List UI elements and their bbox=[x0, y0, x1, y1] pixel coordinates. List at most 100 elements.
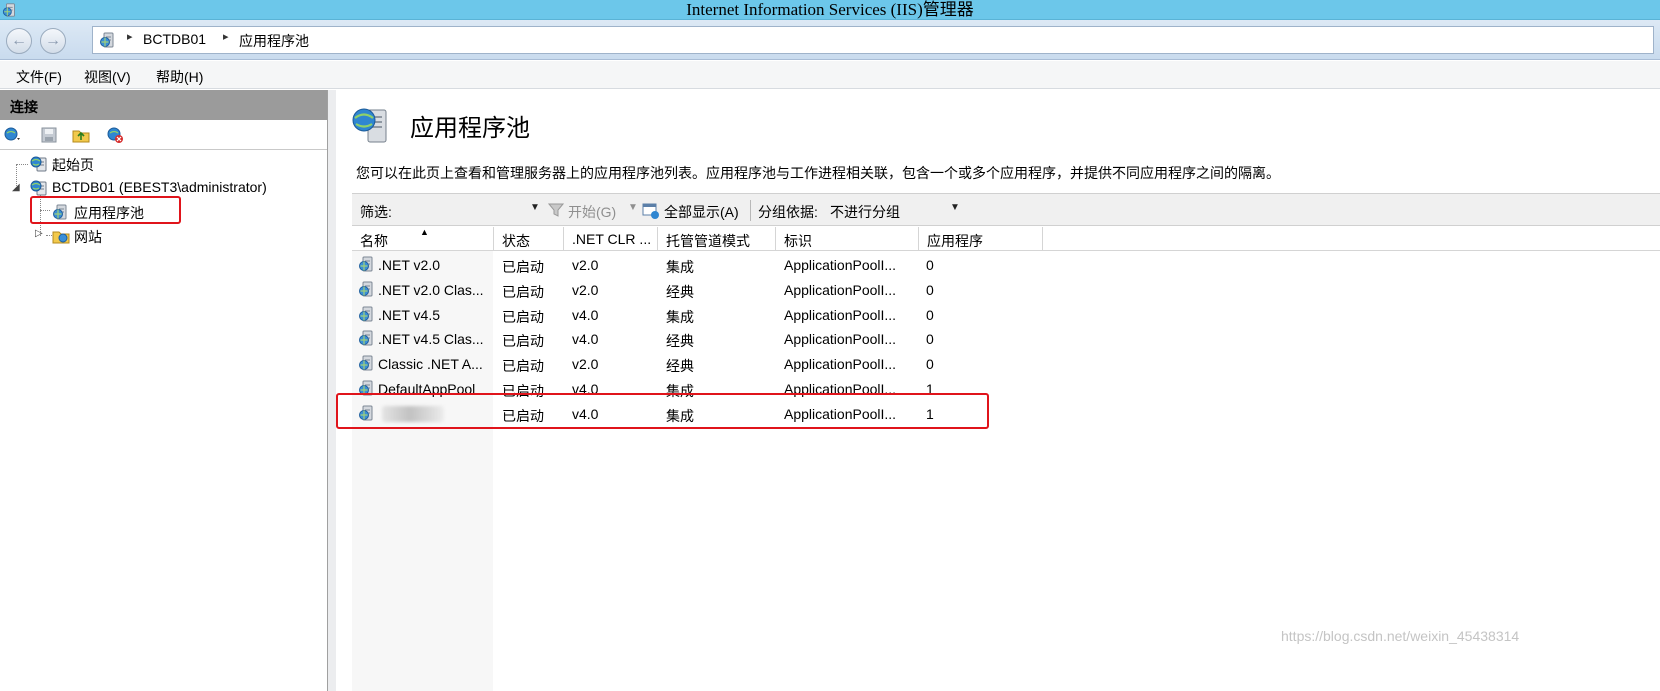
group-by-label: 分组依据: bbox=[758, 204, 818, 220]
column-header-applications[interactable]: 应用程序 bbox=[919, 227, 1043, 251]
start-dropdown-arrow-icon[interactable]: ▼ bbox=[628, 202, 638, 213]
iis-manager-icon bbox=[99, 31, 117, 49]
column-header-identity[interactable]: 标识 bbox=[776, 227, 919, 251]
breadcrumb-separator-icon: ▸ bbox=[223, 31, 229, 43]
column-header-pipeline[interactable]: 托管管道模式 bbox=[658, 227, 776, 251]
applications-cell: 0 bbox=[926, 356, 934, 373]
breadcrumb-app-pools[interactable]: 应用程序池 bbox=[239, 31, 309, 51]
status-cell: 已启动 bbox=[502, 259, 544, 275]
tree-connector bbox=[16, 164, 28, 165]
show-all-icon bbox=[642, 203, 659, 219]
column-header-status[interactable]: 状态 bbox=[494, 227, 564, 251]
show-all-button[interactable]: 全部显示(A) bbox=[664, 202, 739, 222]
server-globe-icon bbox=[30, 179, 48, 197]
identity-cell: ApplicationPoolI... bbox=[784, 306, 897, 323]
menu-file[interactable]: 文件(F) bbox=[16, 67, 62, 87]
group-by-dropdown-arrow-icon[interactable]: ▼ bbox=[950, 202, 960, 213]
main-content: 应用程序池 您可以在此页上查看和管理服务器上的应用程序池列表。应用程序池与工作进… bbox=[336, 90, 1660, 691]
forward-button[interactable]: → bbox=[40, 28, 66, 54]
forward-arrow-icon: → bbox=[45, 32, 61, 49]
connections-toolbar bbox=[0, 120, 327, 150]
breadcrumb-server[interactable]: BCTDB01 bbox=[143, 31, 206, 47]
tree-item-label: 网站 bbox=[74, 229, 102, 245]
window-titlebar: Internet Information Services (IIS)管理器 bbox=[0, 0, 1660, 20]
page-description: 您可以在此页上查看和管理服务器上的应用程序池列表。应用程序池与工作进程相关联，包… bbox=[356, 165, 1280, 181]
start-page-icon bbox=[30, 155, 48, 173]
tree-item-label: 起始页 bbox=[52, 157, 94, 173]
group-by-select[interactable]: 不进行分组 bbox=[830, 202, 900, 222]
table-row[interactable]: .NET v2.0 Clas... 已启动 v2.0 经典 ApplicationPoo… bbox=[352, 277, 1660, 302]
menu-view[interactable]: 视图(V) bbox=[84, 67, 131, 87]
start-filter-button[interactable]: 开始(G) bbox=[568, 202, 616, 222]
filter-funnel-icon bbox=[548, 203, 564, 217]
column-header-name[interactable]: 名称 ▲ bbox=[352, 227, 494, 251]
identity-cell: ApplicationPoolI... bbox=[784, 331, 897, 348]
tree-item-label: BCTDB01 (EBEST3\administrator) bbox=[52, 179, 267, 195]
folder-globe-icon bbox=[52, 227, 70, 245]
app-pool-icon bbox=[358, 354, 376, 372]
highlight-box bbox=[336, 393, 989, 429]
back-button[interactable]: ← bbox=[6, 28, 32, 54]
clr-version-cell: v4.0 bbox=[572, 331, 599, 348]
status-cell: 已启动 bbox=[502, 283, 544, 300]
menu-help[interactable]: 帮助(H) bbox=[156, 67, 203, 87]
pool-name-cell: .NET v2.0 Clas... bbox=[378, 281, 484, 298]
filter-input[interactable] bbox=[396, 198, 546, 222]
breadcrumb-separator-icon: ▸ bbox=[127, 31, 133, 43]
table-row[interactable]: .NET v4.5 Clas... 已启动 v4.0 经典 ApplicationPoo… bbox=[352, 326, 1660, 351]
identity-cell: ApplicationPoolI... bbox=[784, 257, 897, 273]
pipeline-mode-cell: 集成 bbox=[666, 259, 694, 275]
sort-ascending-icon: ▲ bbox=[420, 227, 429, 237]
clr-version-cell: v2.0 bbox=[572, 281, 599, 298]
app-pool-icon bbox=[358, 305, 376, 323]
pool-name-cell: .NET v4.5 Clas... bbox=[378, 331, 484, 348]
app-pool-icon bbox=[358, 329, 376, 347]
clr-version-cell: v4.0 bbox=[572, 306, 599, 323]
applications-cell: 0 bbox=[926, 331, 934, 348]
menu-bar: 文件(F) 视图(V) 帮助(H) bbox=[0, 61, 1660, 89]
address-bar[interactable]: ▸ BCTDB01 ▸ 应用程序池 bbox=[92, 26, 1654, 54]
page-title: 应用程序池 bbox=[410, 115, 530, 142]
status-cell: 已启动 bbox=[502, 358, 544, 375]
app-pool-icon bbox=[358, 280, 376, 298]
pipeline-mode-cell: 经典 bbox=[666, 358, 694, 375]
up-folder-icon[interactable] bbox=[72, 126, 90, 144]
identity-cell: ApplicationPoolI... bbox=[784, 281, 897, 298]
clr-version-cell: v2.0 bbox=[572, 356, 599, 373]
pipeline-mode-cell: 集成 bbox=[666, 308, 694, 325]
applications-cell: 0 bbox=[926, 281, 934, 298]
connections-header: 连接 bbox=[0, 90, 327, 120]
status-cell: 已启动 bbox=[502, 308, 544, 325]
disconnect-icon[interactable] bbox=[106, 126, 124, 144]
pool-name-cell: Classic .NET A... bbox=[378, 356, 483, 373]
window-title: Internet Information Services (IIS)管理器 bbox=[686, 0, 974, 19]
clr-version-cell: v2.0 bbox=[572, 257, 599, 273]
pipeline-mode-cell: 经典 bbox=[666, 283, 694, 300]
expand-arrow-icon[interactable]: ▷ bbox=[35, 228, 43, 239]
table-row[interactable]: Classic .NET A... 已启动 v2.0 经典 ApplicationPoo… bbox=[352, 351, 1660, 376]
pool-name-cell: .NET v2.0 bbox=[378, 257, 440, 273]
app-pools-grid: 名称 ▲ 状态 .NET CLR ... 托管管道模式 标识 应用程序 .NET… bbox=[352, 227, 1660, 691]
identity-cell: ApplicationPoolI... bbox=[784, 356, 897, 373]
connect-icon[interactable] bbox=[4, 126, 22, 144]
applications-cell: 0 bbox=[926, 306, 934, 323]
status-cell: 已启动 bbox=[502, 333, 544, 350]
column-header-label: 名称 bbox=[360, 233, 388, 249]
save-icon[interactable] bbox=[40, 126, 58, 144]
navigation-bar: ← → ▸ BCTDB01 ▸ 应用程序池 bbox=[0, 20, 1660, 60]
column-header-clr[interactable]: .NET CLR ... bbox=[564, 227, 658, 251]
connections-panel: 连接 起始页 ◢ BCTDB01 (EBEST3\administrator) … bbox=[0, 90, 328, 691]
pool-name-cell: .NET v4.5 bbox=[378, 306, 440, 323]
table-row[interactable]: .NET v2.0 已启动 v2.0 集成 ApplicationPoolI... 0 bbox=[352, 252, 1660, 277]
applications-cell: 0 bbox=[926, 257, 934, 273]
pipeline-mode-cell: 经典 bbox=[666, 333, 694, 350]
app-pool-icon bbox=[358, 255, 376, 273]
back-arrow-icon: ← bbox=[11, 32, 27, 49]
filter-dropdown-arrow-icon[interactable]: ▼ bbox=[530, 202, 540, 213]
panel-splitter[interactable] bbox=[328, 90, 336, 691]
watermark: https://blog.csdn.net/weixin_45438314 bbox=[1281, 628, 1520, 644]
grid-header: 名称 ▲ 状态 .NET CLR ... 托管管道模式 标识 应用程序 bbox=[352, 227, 1660, 251]
table-row[interactable]: .NET v4.5 已启动 v4.0 集成 ApplicationPoolI... 0 bbox=[352, 302, 1660, 327]
app-pool-icon bbox=[352, 108, 387, 143]
collapse-arrow-icon[interactable]: ◢ bbox=[12, 182, 20, 193]
